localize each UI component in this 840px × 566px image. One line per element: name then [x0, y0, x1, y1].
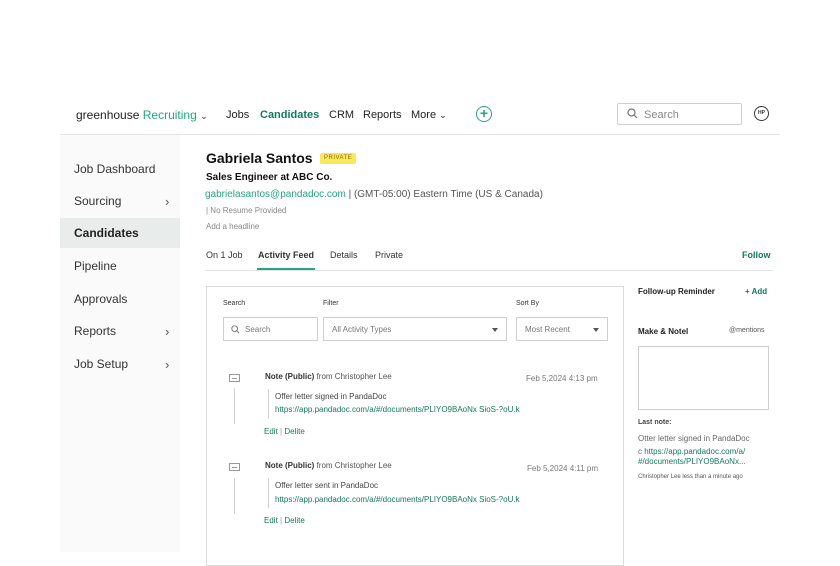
resume-status: | No Resume Provided [206, 206, 287, 215]
sidebar-item-approvals[interactable]: Approvals [60, 284, 180, 314]
logo-product: Recruiting [142, 108, 197, 122]
note-date: Feb 5,2024 4:11 pm [527, 464, 599, 473]
sidebar-item-label: Approvals [74, 292, 128, 306]
note-icon [229, 463, 240, 471]
chevron-right-icon: › [165, 194, 170, 209]
note-actions: Edit | Delite [264, 427, 305, 436]
user-avatar[interactable]: HP [754, 106, 769, 121]
note-quote-bar [268, 478, 269, 508]
last-note-link[interactable]: https://app.pandadoc.com/a/ #/documents/… [638, 447, 746, 466]
top-navigation: greenhouse Recruiting ⌄ Jobs Candidates … [60, 96, 780, 135]
mentions-label: @mentions [729, 327, 765, 334]
filter-label: Filter [323, 300, 339, 307]
sidebar-item-reports[interactable]: Reports › [60, 316, 180, 346]
candidate-timezone: | (GMT-05:00) Eastern Time (US & Canada) [345, 189, 543, 200]
last-note-link-block: c https://app.pandadoc.com/a/ #/document… [638, 447, 773, 467]
caret-down-icon [593, 328, 599, 332]
sort-value: Most Recent [525, 325, 570, 334]
sort-select[interactable]: Most Recent [516, 317, 608, 341]
add-plus-icon[interactable]: + [476, 106, 492, 122]
chevron-right-icon: › [165, 324, 170, 339]
tabs-divider [205, 270, 773, 271]
nav-more-label: More [411, 109, 437, 121]
sidebar-item-label: Reports [74, 324, 117, 338]
sidebar-item-label: Job Setup [74, 357, 129, 371]
candidate-title: Sales Engineer at ABC Co. [206, 172, 333, 183]
note-title: Note (Public) from Christopher Lee [265, 461, 392, 470]
note-author: from Christopher Lee [314, 372, 392, 381]
sidebar-item-sourcing[interactable]: Sourcing › [60, 186, 180, 216]
last-note-label: Last note: [638, 419, 672, 426]
timeline-line [234, 388, 235, 424]
greenhouse-logo[interactable]: greenhouse Recruiting ⌄ [76, 108, 208, 122]
feed-search-input[interactable]: Search [223, 317, 318, 341]
tab-on-1-job[interactable]: On 1 Job [206, 250, 243, 260]
note-icon [229, 374, 240, 382]
last-note-meta: Christopher Lee less than a minute ago [638, 474, 743, 480]
feed-search-placeholder: Search [245, 325, 271, 334]
note-quote-bar [268, 389, 269, 419]
sidebar: Job Dashboard Sourcing › Candidates Pipe… [60, 135, 180, 552]
filter-select[interactable]: All Activity Types [323, 317, 507, 341]
sidebar-item-job-setup[interactable]: Job Setup › [60, 349, 180, 379]
chevron-down-icon: ⌄ [439, 110, 447, 120]
tab-private[interactable]: Private [375, 250, 403, 260]
note-visibility: Note (Public) [265, 372, 315, 381]
sidebar-item-label: Job Dashboard [74, 162, 156, 176]
note-textarea[interactable] [638, 346, 769, 410]
search-label: Search [223, 300, 246, 307]
sidebar-item-job-dashboard[interactable]: Job Dashboard [60, 154, 180, 184]
filter-value: All Activity Types [332, 325, 392, 334]
edit-note-link[interactable]: Edit [264, 516, 278, 525]
timeline-line [234, 478, 235, 514]
global-search-input[interactable]: Search [617, 103, 742, 125]
candidate-name: Gabriela Santos [206, 150, 313, 166]
add-headline-link[interactable]: Add a headline [206, 222, 259, 231]
logo-word: greenhouse [76, 108, 140, 122]
sidebar-item-label: Candidates [74, 226, 139, 240]
nav-reports[interactable]: Reports [363, 109, 402, 121]
note-title: Note (Public) from Christopher Lee [265, 372, 392, 381]
search-icon [231, 325, 240, 334]
tab-activity-feed[interactable]: Activity Feed [258, 250, 314, 260]
candidate-email-link[interactable]: gabrielasantos@pandadoc.com [205, 189, 346, 200]
sidebar-item-label: Sourcing [74, 194, 122, 208]
followup-reminder-label: Follow-up Reminder [638, 287, 715, 296]
delete-note-link[interactable]: Delite [284, 516, 304, 525]
active-tab-indicator [257, 268, 315, 270]
nav-candidates[interactable]: Candidates [260, 109, 319, 121]
delete-note-link[interactable]: Delite [284, 427, 304, 436]
candidate-contact: gabrielasantos@pandadoc.com | (GMT-05:00… [205, 189, 543, 200]
nav-crm[interactable]: CRM [329, 109, 354, 121]
add-reminder-button[interactable]: + Add [745, 287, 767, 296]
global-search-placeholder: Search [644, 109, 679, 121]
nav-jobs[interactable]: Jobs [226, 109, 249, 121]
note-document-link[interactable]: https://app.pandadoc.com/a/#/documents/P… [275, 405, 520, 414]
chevron-right-icon: › [165, 357, 170, 372]
sidebar-item-pipeline[interactable]: Pipeline [60, 251, 180, 281]
note-date: Feb 5,2024 4:13 pm [526, 374, 598, 383]
tab-details[interactable]: Details [330, 250, 358, 260]
caret-down-icon [492, 328, 498, 332]
follow-button[interactable]: Follow [742, 250, 771, 260]
note-author: from Christopher Lee [314, 461, 392, 470]
note-body: Offer letter sent in PandaDoc [275, 481, 379, 490]
sidebar-item-candidates[interactable]: Candidates [60, 218, 180, 248]
edit-note-link[interactable]: Edit [264, 427, 278, 436]
sidebar-item-label: Pipeline [74, 259, 117, 273]
note-document-link[interactable]: https://app.pandadoc.com/a/#/documents/P… [275, 495, 520, 504]
private-badge: PRIVATE [320, 153, 357, 164]
make-note-label: Make & Notel [638, 327, 689, 336]
note-actions: Edit | Delite [264, 516, 305, 525]
note-body: Offer letter signed in PandaDoc [275, 392, 387, 401]
sort-label: Sort By [516, 300, 539, 307]
actions-separator: | [280, 427, 283, 436]
last-note-text: Otter letter signed in PandaDoc [638, 434, 750, 443]
nav-more[interactable]: More ⌄ [411, 109, 447, 121]
note-visibility: Note (Public) [265, 461, 315, 470]
search-icon [627, 108, 638, 119]
actions-separator: | [280, 516, 283, 525]
chevron-down-icon[interactable]: ⌄ [200, 111, 208, 121]
